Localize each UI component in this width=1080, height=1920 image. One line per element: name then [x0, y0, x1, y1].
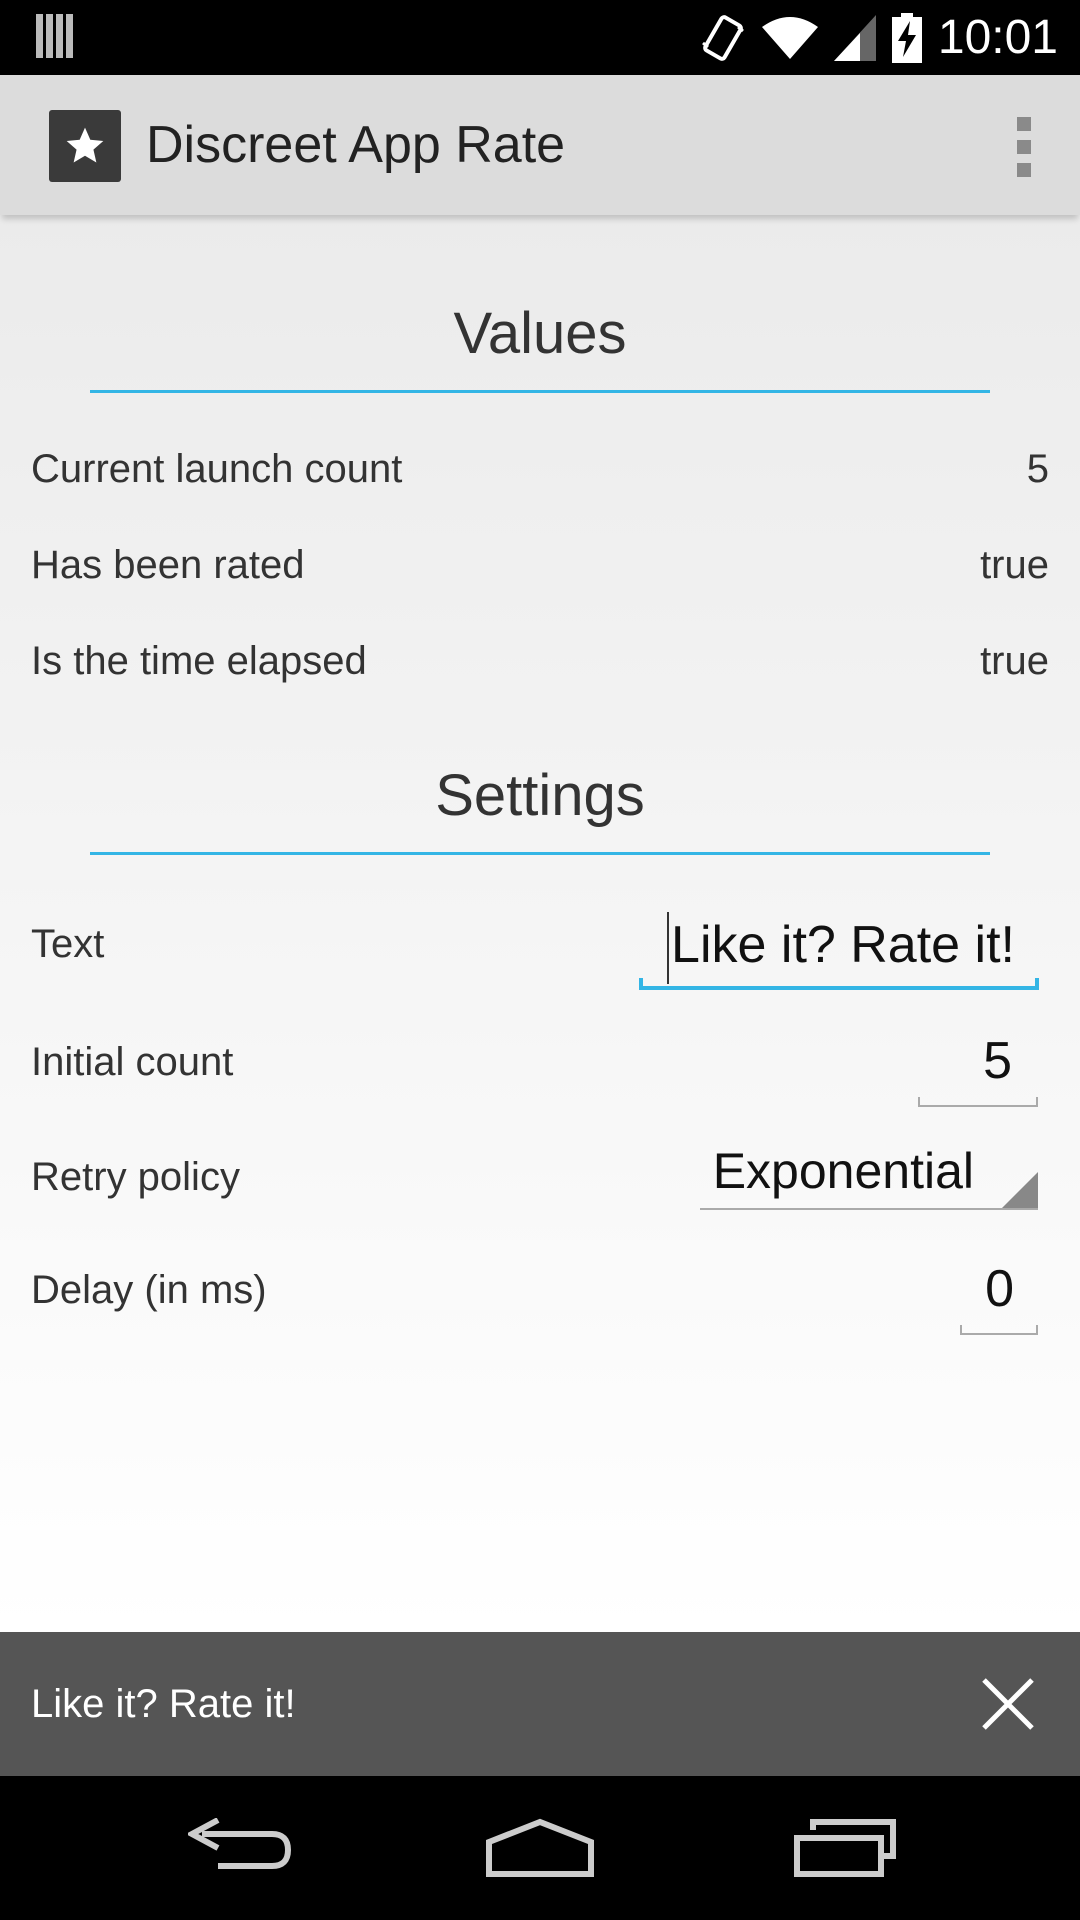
time-elapsed-value: true [980, 639, 1049, 683]
initial-count-input[interactable]: 5 [918, 1027, 1038, 1107]
close-icon[interactable] [980, 1676, 1036, 1732]
wifi-icon [761, 16, 818, 59]
has-been-rated-label: Has been rated [31, 543, 305, 587]
battery-charging-icon [891, 12, 922, 63]
signal-icon [833, 14, 876, 61]
values-section-title: Values [90, 300, 990, 393]
text-input[interactable]: Like it? Rate it! [639, 908, 1039, 990]
launch-count-value: 5 [1026, 447, 1049, 491]
recents-button[interactable] [790, 1812, 900, 1884]
action-bar: Discreet App Rate [0, 75, 1080, 215]
initial-count-value: 5 [983, 1032, 1012, 1090]
delay-value: 0 [985, 1260, 1014, 1318]
spinner-arrow-icon [1002, 1172, 1038, 1208]
notification-bars-icon [36, 14, 73, 58]
recents-icon [794, 1819, 896, 1877]
has-been-rated-value: true [980, 543, 1049, 587]
text-cursor [667, 912, 670, 985]
retry-policy-label: Retry policy [31, 1155, 240, 1199]
settings-section-title: Settings [90, 762, 990, 855]
launch-count-label: Current launch count [31, 447, 403, 491]
app-icon[interactable] [49, 110, 121, 182]
delay-label: Delay (in ms) [31, 1268, 267, 1312]
overflow-menu-icon[interactable] [1008, 115, 1040, 179]
delay-input[interactable]: 0 [960, 1255, 1038, 1335]
main-content: Values Current launch count 5 Has been r… [0, 215, 1080, 1632]
star-icon [66, 127, 104, 163]
back-button[interactable] [185, 1812, 295, 1884]
status-bar: 10:01 [0, 0, 1080, 75]
vibrate-icon [701, 14, 744, 61]
home-button[interactable] [485, 1812, 595, 1884]
retry-policy-value: Exponential [712, 1143, 974, 1199]
app-title: Discreet App Rate [146, 116, 566, 174]
home-icon [486, 1818, 594, 1877]
initial-count-label: Initial count [31, 1040, 234, 1084]
retry-policy-spinner[interactable]: Exponential [700, 1140, 1038, 1210]
rate-snackbar[interactable]: Like it? Rate it! [0, 1632, 1080, 1776]
navigation-bar [0, 1776, 1080, 1920]
text-label: Text [31, 922, 105, 966]
status-time: 10:01 [937, 11, 1058, 64]
text-input-value: Like it? Rate it! [671, 916, 1015, 974]
back-icon [188, 1818, 292, 1869]
snackbar-text[interactable]: Like it? Rate it! [31, 1632, 296, 1776]
time-elapsed-label: Is the time elapsed [31, 639, 367, 683]
